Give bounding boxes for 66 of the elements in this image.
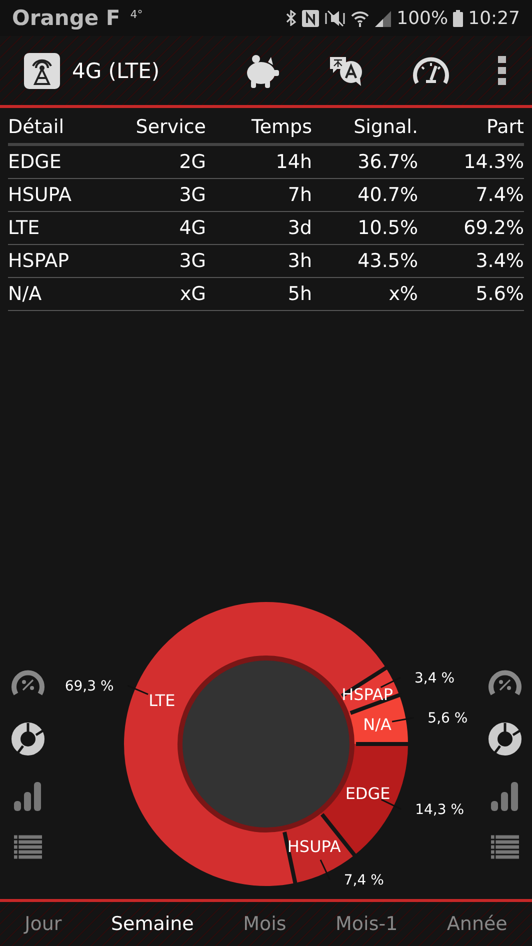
- more-menu-icon[interactable]: [498, 56, 506, 85]
- clock: 10:27: [468, 8, 520, 28]
- table-cell-text: 3.4%: [474, 250, 524, 272]
- mute-icon: [324, 10, 346, 26]
- temperature: 4°: [130, 8, 143, 20]
- nfc-icon: [302, 10, 319, 26]
- table-cell-text: 4G: [178, 217, 206, 239]
- table-cell-text: 5h: [286, 283, 312, 305]
- antenna-icon[interactable]: [24, 52, 60, 88]
- signal-icon: [374, 10, 392, 26]
- table-cell-text: 7h: [286, 184, 312, 206]
- table-cell-text: 3d: [286, 217, 312, 239]
- slice-label: LTE: [148, 691, 176, 710]
- table-cell-text: 3h: [286, 250, 312, 272]
- table-cell-text: 14h: [274, 151, 312, 173]
- table-cell-text: HSUPA: [8, 184, 72, 206]
- slice-label: N/A: [363, 715, 392, 734]
- column-header: Détail: [8, 116, 65, 138]
- column-header: Part: [485, 116, 524, 138]
- speedometer-icon[interactable]: [412, 56, 450, 86]
- table-cell-text: x%: [388, 283, 418, 305]
- bluetooth-icon: [284, 10, 297, 26]
- table-cell-text: 3G: [178, 250, 206, 272]
- wifi-icon: [350, 10, 369, 26]
- table-cell-text: LTE: [8, 217, 41, 239]
- network-type: 4G (LTE): [72, 58, 160, 82]
- value-label: 5,6 %: [428, 710, 468, 727]
- table-cell-text: 69.2%: [462, 217, 524, 239]
- table-cell-text: EDGE: [8, 151, 62, 173]
- value-label: 3,4 %: [414, 670, 455, 687]
- bar-chart-icon[interactable]: [490, 781, 520, 811]
- slice-separator: [356, 742, 410, 746]
- column-header: Signal.: [352, 116, 418, 138]
- slice-label: EDGE: [345, 784, 390, 804]
- period-tab[interactable]: Semaine: [108, 909, 196, 939]
- translate-icon[interactable]: [328, 54, 364, 86]
- column-header: Service: [134, 116, 206, 138]
- column-header: Temps: [250, 116, 312, 138]
- table-cell-text: xG: [179, 283, 206, 305]
- table-cell-text: 3G: [178, 184, 206, 206]
- value-label: 14,3 %: [415, 802, 464, 818]
- value-label: 7,4 %: [344, 872, 384, 889]
- table-cell-text: 10.5%: [356, 217, 418, 239]
- table-cell-text: 43.5%: [356, 250, 418, 272]
- table-cell-text: 5.6%: [474, 283, 524, 305]
- value-label: 69,3 %: [64, 678, 114, 695]
- table-cell-text: 14.3%: [462, 151, 524, 173]
- carrier-name: Orange F: [12, 6, 120, 30]
- battery-icon: [453, 10, 464, 26]
- bar-chart-icon[interactable]: [12, 781, 42, 811]
- list-icon[interactable]: [490, 835, 518, 861]
- period-tab[interactable]: Mois: [241, 909, 288, 939]
- period-tab[interactable]: Jour: [22, 909, 64, 939]
- table-cell-text: 40.7%: [356, 184, 418, 206]
- table-cell-text: 36.7%: [356, 151, 418, 173]
- period-tab[interactable]: Mois-1: [334, 909, 400, 939]
- donut-chart-icon[interactable]: [10, 721, 46, 757]
- table-cell-text: N/A: [8, 283, 43, 305]
- table-cell-text: 2G: [178, 151, 206, 173]
- donut-chart-icon[interactable]: [486, 721, 522, 757]
- table-cell-text: HSPAP: [8, 250, 70, 272]
- slice-label: HSUPA: [287, 837, 341, 856]
- period-tab[interactable]: Année: [444, 909, 510, 939]
- list-icon[interactable]: [14, 835, 42, 861]
- table-cell-text: 7.4%: [474, 184, 524, 206]
- battery-level: 100%: [396, 8, 448, 28]
